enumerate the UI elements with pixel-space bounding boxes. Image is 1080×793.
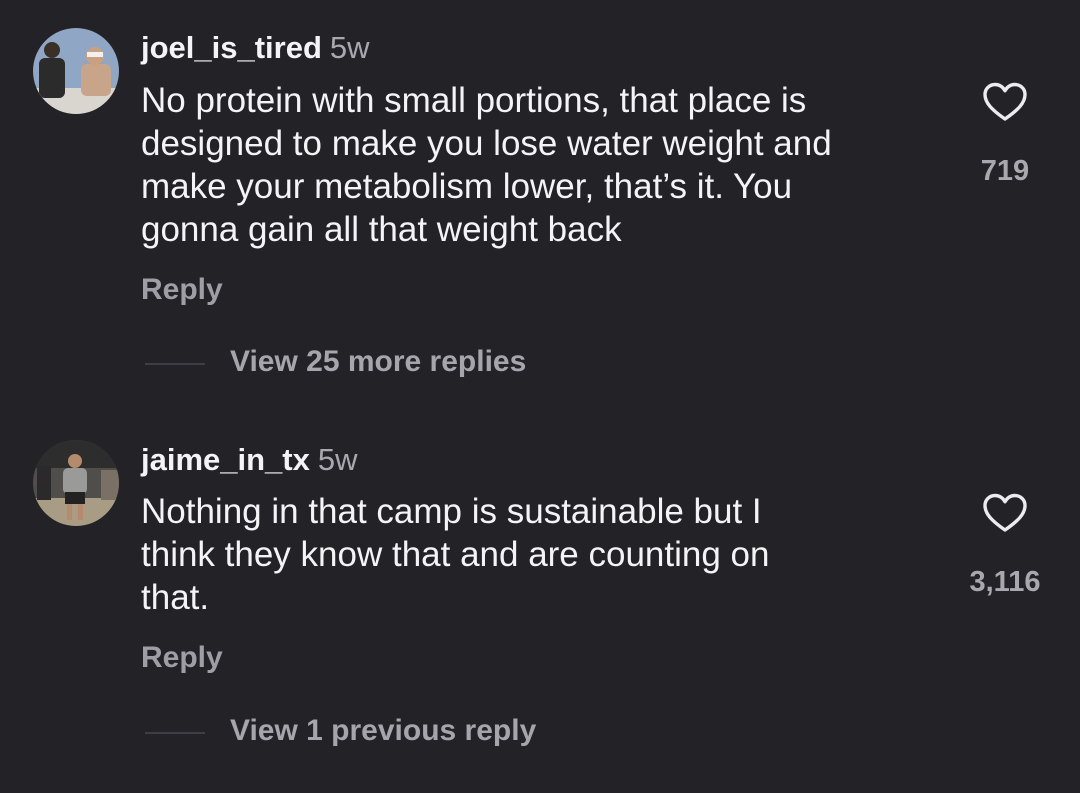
- reply-button[interactable]: Reply: [141, 641, 223, 675]
- username[interactable]: joel_is_tired: [141, 30, 322, 65]
- comment-header: joel_is_tired 5w: [141, 30, 370, 66]
- like-count: 3,116: [969, 566, 1041, 598]
- reply-button[interactable]: Reply: [141, 273, 223, 307]
- like-count: 719: [980, 155, 1030, 187]
- heart-outline-icon[interactable]: [982, 82, 1028, 122]
- avatar-photo: [33, 28, 119, 114]
- thread-divider: [145, 363, 205, 365]
- view-more-replies-button[interactable]: View 25 more replies: [230, 345, 526, 379]
- view-previous-reply-button[interactable]: View 1 previous reply: [230, 714, 536, 748]
- like-control: 3,116: [945, 493, 1065, 599]
- comment-text: No protein with small portions, that pla…: [141, 81, 832, 249]
- comment-item: joel_is_tired 5w No protein with small po…: [0, 0, 1080, 400]
- thread-divider: [145, 732, 205, 734]
- comment-item: jaime_in_tx 5w Nothing in that camp is su…: [0, 400, 1080, 793]
- comment-header: jaime_in_tx 5w: [141, 442, 358, 478]
- comment-age: 5w: [329, 30, 370, 65]
- avatar[interactable]: [33, 28, 119, 114]
- avatar-photo: [33, 440, 119, 526]
- username[interactable]: jaime_in_tx: [141, 442, 310, 477]
- comment-text: Nothing in that camp is sustainable but …: [141, 492, 770, 617]
- comment-age: 5w: [317, 442, 358, 477]
- avatar[interactable]: [33, 440, 119, 526]
- like-control: 719: [945, 82, 1065, 188]
- heart-outline-icon[interactable]: [982, 493, 1028, 533]
